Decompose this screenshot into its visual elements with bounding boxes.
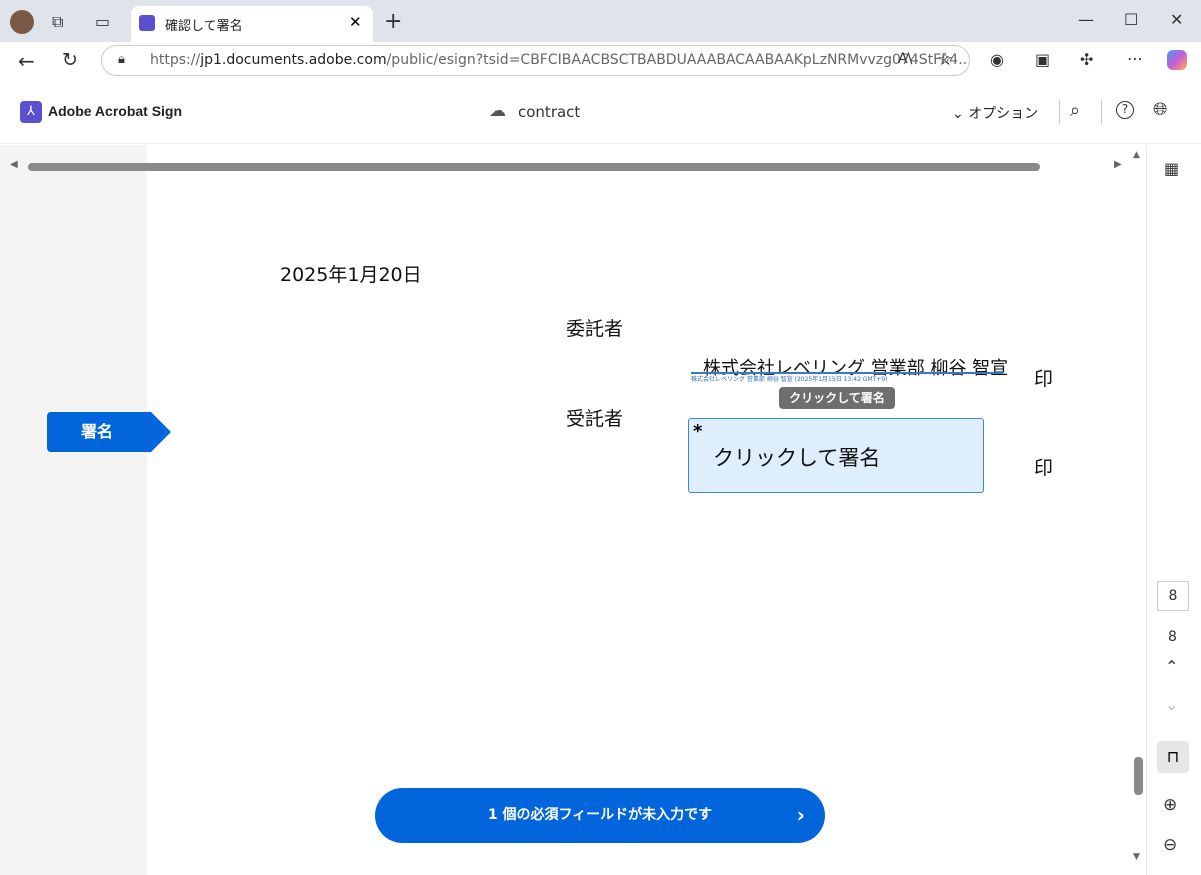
scroll-down-icon[interactable]: ▼ [1133, 852, 1140, 862]
required-fields-label: 1 個の必須フィールドが未入力です [487, 807, 713, 823]
scroll-right-icon[interactable]: ▶ [1114, 159, 1122, 170]
scrollbar-thumb[interactable] [1134, 757, 1143, 795]
thumbnails-grid-icon[interactable]: ▦ [1164, 159, 1179, 178]
tab-actions-icon[interactable]: ▭ [95, 12, 110, 31]
new-tab-button[interactable]: + [384, 9, 402, 34]
page-tools: ▦ 8 8 ⌃ ⌄ ⊓ ⊕ ⊖ [1146, 145, 1201, 875]
options-menu[interactable]: ⌄ オプション [952, 103, 1038, 123]
maximize-button[interactable]: ☐ [1124, 10, 1138, 29]
acrobat-favicon [139, 15, 155, 31]
consignor-label: 委託者 [566, 318, 624, 340]
scroll-left-icon[interactable]: ◀ [10, 159, 18, 170]
divider [1101, 100, 1102, 124]
workspaces-icon[interactable]: ⧉ [52, 12, 63, 32]
lock-icon[interactable]: 🔒︎ [118, 52, 125, 67]
acrobat-logo: ⅄ [20, 101, 42, 123]
options-label: オプション [968, 106, 1039, 122]
required-fields-button[interactable]: 1 個の必須フィールドが未入力です › [375, 788, 825, 843]
app-header: ⅄ Adobe Acrobat Sign ☁︎ contract ⌄ オプション… [0, 80, 1201, 144]
document-name: contract [518, 103, 581, 121]
seal-mark: 印 [1034, 457, 1054, 479]
profile-avatar[interactable] [10, 10, 34, 34]
zoom-in-icon[interactable]: ⊕ [1163, 795, 1177, 815]
page-number-input[interactable]: 8 [1157, 581, 1189, 611]
chevron-up-icon[interactable]: ⌃ [1165, 657, 1178, 676]
extensions-puzzle-icon[interactable]: ✣ [1080, 50, 1093, 69]
tab-active[interactable]: 確認して署名 ✕ [131, 6, 373, 42]
scrollbar-thumb[interactable] [28, 163, 1040, 171]
read-aloud-icon[interactable]: A\ [898, 51, 912, 67]
zoom-out-icon[interactable]: ⊖ [1163, 835, 1177, 855]
collections-icon[interactable]: ▣ [1035, 50, 1050, 69]
tooltip: クリックして署名 [779, 387, 895, 409]
more-menu-icon[interactable]: ⋯ [1127, 49, 1143, 68]
chevron-right-icon: › [796, 803, 805, 827]
tab-title: 確認して署名 [165, 19, 243, 34]
close-icon[interactable]: ✕ [349, 13, 362, 31]
close-window-button[interactable]: ✕ [1170, 10, 1183, 29]
required-mark: * [693, 421, 703, 442]
back-icon[interactable]: ← [18, 49, 35, 73]
chevron-down-icon: ⌄ [952, 106, 969, 122]
seal-mark: 印 [1034, 368, 1054, 390]
favorite-star-icon[interactable]: ☆ [937, 49, 953, 70]
signature-field[interactable]: * クリックして署名 [688, 418, 984, 493]
signature-caption: 株式会社レベリング 営業部 柳谷 智宣 (2025年1月15日 13:42 GM… [691, 376, 888, 383]
refresh-icon[interactable]: ↻ [62, 49, 78, 71]
search-icon[interactable]: ⌕ [1070, 100, 1080, 121]
sign-tag-arrow [151, 412, 171, 452]
copilot-icon[interactable] [1167, 50, 1187, 70]
cloud-icon: ☁︎ [489, 101, 506, 121]
brand-name: Adobe Acrobat Sign [48, 103, 183, 119]
minimize-button[interactable]: — [1078, 10, 1094, 29]
chevron-down-icon[interactable]: ⌄ [1165, 695, 1178, 714]
horizontal-scrollbar[interactable]: ◀ ▶ [8, 158, 1128, 176]
total-pages: 8 [1168, 629, 1177, 645]
address-bar[interactable]: https://jp1.documents.adobe.com/public/e… [101, 45, 970, 76]
left-pane [0, 145, 147, 875]
document-date: 2025年1月20日 [280, 264, 422, 286]
sign-tag[interactable]: 署名 [47, 412, 151, 452]
fit-page-button[interactable]: ⊓ [1157, 741, 1189, 773]
scroll-up-icon[interactable]: ▲ [1133, 150, 1140, 160]
document-page: 2025年1月20日 委託者 株式会社レベリング 営業部 柳谷 智宣 株式会社レ… [147, 145, 1132, 870]
vertical-scrollbar[interactable]: ▲ ▼ [1132, 150, 1145, 865]
divider [1059, 100, 1060, 124]
extension-icon[interactable]: ◉ [990, 50, 1004, 69]
signature-field-label: クリックして署名 [713, 446, 881, 470]
globe-icon[interactable]: 🌐︎ [1153, 99, 1167, 120]
consignee-label: 受託者 [566, 408, 624, 430]
help-icon[interactable]: ? [1116, 101, 1134, 119]
